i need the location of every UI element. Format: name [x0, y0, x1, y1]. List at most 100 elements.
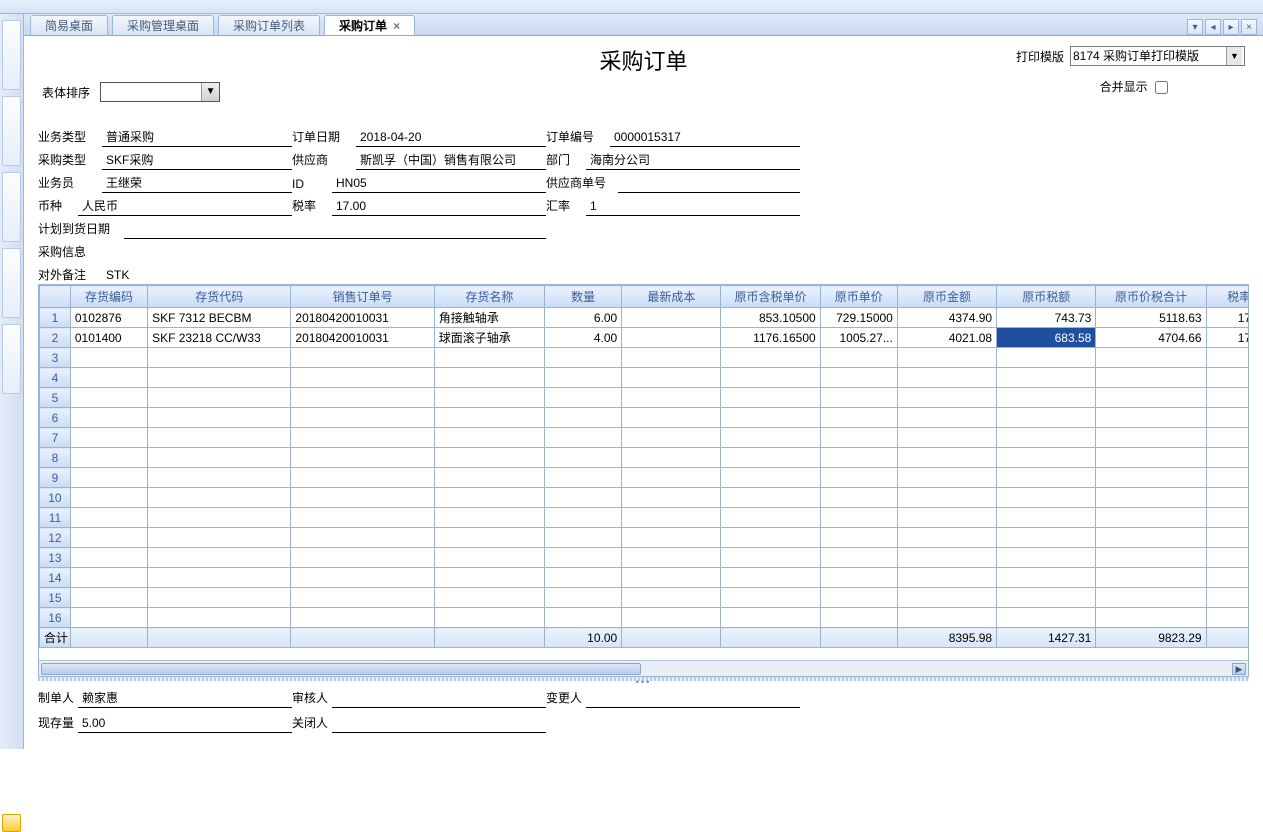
cell-empty[interactable] — [1096, 408, 1206, 428]
id-field[interactable]: HN05 — [332, 176, 546, 193]
cell-empty[interactable] — [291, 388, 434, 408]
cell-empty[interactable] — [820, 468, 897, 488]
cell-empty[interactable] — [70, 348, 147, 368]
cell-empty[interactable] — [897, 508, 996, 528]
table-row[interactable]: 15 — [40, 588, 1249, 608]
cell-empty[interactable] — [291, 348, 434, 368]
cell-empty[interactable] — [545, 488, 622, 508]
cell-empty[interactable] — [997, 548, 1096, 568]
cell-tax_amt[interactable]: 683.58 — [997, 328, 1096, 348]
cell-empty[interactable] — [622, 568, 721, 588]
cell-empty[interactable] — [897, 428, 996, 448]
cell-qty[interactable]: 4.00 — [545, 328, 622, 348]
cell-empty[interactable] — [721, 408, 820, 428]
cell-empty[interactable] — [1206, 568, 1248, 588]
cell-rate[interactable]: 17.00 — [1206, 308, 1248, 328]
cell-empty[interactable] — [721, 508, 820, 528]
cell-empty[interactable] — [291, 508, 434, 528]
cell-empty[interactable] — [820, 548, 897, 568]
cell-empty[interactable] — [820, 528, 897, 548]
cell-empty[interactable] — [997, 488, 1096, 508]
close-icon[interactable]: × — [393, 19, 400, 33]
cell-empty[interactable] — [70, 388, 147, 408]
order-no-field[interactable]: 0000015317 — [610, 130, 800, 147]
table-row[interactable]: 20101400SKF 23218 CC/W3320180420010031球面… — [40, 328, 1249, 348]
cell-empty[interactable] — [148, 428, 291, 448]
cell-tax_price[interactable]: 853.10500 — [721, 308, 820, 328]
cell-empty[interactable] — [545, 428, 622, 448]
cell-empty[interactable] — [820, 388, 897, 408]
cell-empty[interactable] — [1096, 608, 1206, 628]
cell-empty[interactable] — [1206, 408, 1248, 428]
cell-empty[interactable] — [291, 588, 434, 608]
cell-empty[interactable] — [1096, 528, 1206, 548]
cell-empty[interactable] — [622, 548, 721, 568]
cell-empty[interactable] — [721, 568, 820, 588]
cell-empty[interactable] — [148, 368, 291, 388]
cell-cost[interactable] — [622, 328, 721, 348]
row-number[interactable]: 6 — [40, 408, 71, 428]
tab-close-all-icon[interactable]: × — [1241, 19, 1257, 35]
cell-empty[interactable] — [70, 428, 147, 448]
tab-prev-icon[interactable]: ◂ — [1205, 19, 1221, 35]
cell-empty[interactable] — [622, 468, 721, 488]
cell-rate[interactable]: 17.00 — [1206, 328, 1248, 348]
cell-empty[interactable] — [622, 428, 721, 448]
cell-empty[interactable] — [721, 488, 820, 508]
cell-empty[interactable] — [1206, 448, 1248, 468]
auditor-field[interactable] — [332, 691, 546, 708]
col-header[interactable]: 原币价税合计 — [1096, 286, 1206, 308]
cell-empty[interactable] — [545, 608, 622, 628]
cell-empty[interactable] — [997, 468, 1096, 488]
cell-empty[interactable] — [148, 508, 291, 528]
cell-empty[interactable] — [434, 488, 544, 508]
cell-empty[interactable] — [148, 548, 291, 568]
cell-total[interactable]: 5118.63 — [1096, 308, 1206, 328]
col-header[interactable]: 原币含税单价 — [721, 286, 820, 308]
cell-empty[interactable] — [622, 488, 721, 508]
cell-empty[interactable] — [721, 448, 820, 468]
row-number[interactable]: 7 — [40, 428, 71, 448]
cell-empty[interactable] — [622, 448, 721, 468]
cell-tax_amt[interactable]: 743.73 — [997, 308, 1096, 328]
cell-empty[interactable] — [148, 388, 291, 408]
cell-empty[interactable] — [545, 348, 622, 368]
cell-empty[interactable] — [291, 408, 434, 428]
col-header[interactable]: 存货编码 — [70, 286, 147, 308]
table-row[interactable]: 6 — [40, 408, 1249, 428]
tab-simple-desktop[interactable]: 简易桌面 — [30, 15, 108, 35]
cell-empty[interactable] — [897, 468, 996, 488]
cell-empty[interactable] — [997, 588, 1096, 608]
cell-empty[interactable] — [1206, 528, 1248, 548]
cell-empty[interactable] — [622, 408, 721, 428]
cell-empty[interactable] — [148, 468, 291, 488]
cell-empty[interactable] — [1206, 588, 1248, 608]
cell-empty[interactable] — [148, 588, 291, 608]
row-number[interactable]: 1 — [40, 308, 71, 328]
stock-field[interactable]: 5.00 — [78, 716, 292, 733]
cell-empty[interactable] — [820, 568, 897, 588]
cell-empty[interactable] — [622, 348, 721, 368]
rail-chip-highlight[interactable] — [2, 814, 21, 832]
cell-empty[interactable] — [291, 488, 434, 508]
cell-empty[interactable] — [1206, 388, 1248, 408]
cell-empty[interactable] — [70, 508, 147, 528]
cell-stock[interactable]: SKF 23218 CC/W33 — [148, 328, 291, 348]
rail-chip[interactable] — [2, 20, 21, 90]
rail-chip[interactable] — [2, 324, 21, 394]
horizontal-scrollbar[interactable]: ▶ — [39, 660, 1248, 676]
row-number[interactable]: 14 — [40, 568, 71, 588]
plan-date-field[interactable] — [124, 222, 546, 239]
cell-empty[interactable] — [997, 408, 1096, 428]
purch-type-field[interactable]: SKF采购 — [102, 151, 292, 170]
tab-order-list[interactable]: 采购订单列表 — [218, 15, 320, 35]
maker-field[interactable]: 赖家惠 — [78, 689, 292, 708]
cell-empty[interactable] — [721, 608, 820, 628]
cell-amount[interactable]: 4021.08 — [897, 328, 996, 348]
cell-empty[interactable] — [1096, 388, 1206, 408]
cell-empty[interactable] — [291, 528, 434, 548]
cell-empty[interactable] — [545, 388, 622, 408]
chevron-down-icon[interactable]: ▼ — [1226, 47, 1242, 65]
col-header[interactable]: 原币金额 — [897, 286, 996, 308]
chevron-down-icon[interactable]: ▼ — [201, 83, 219, 101]
